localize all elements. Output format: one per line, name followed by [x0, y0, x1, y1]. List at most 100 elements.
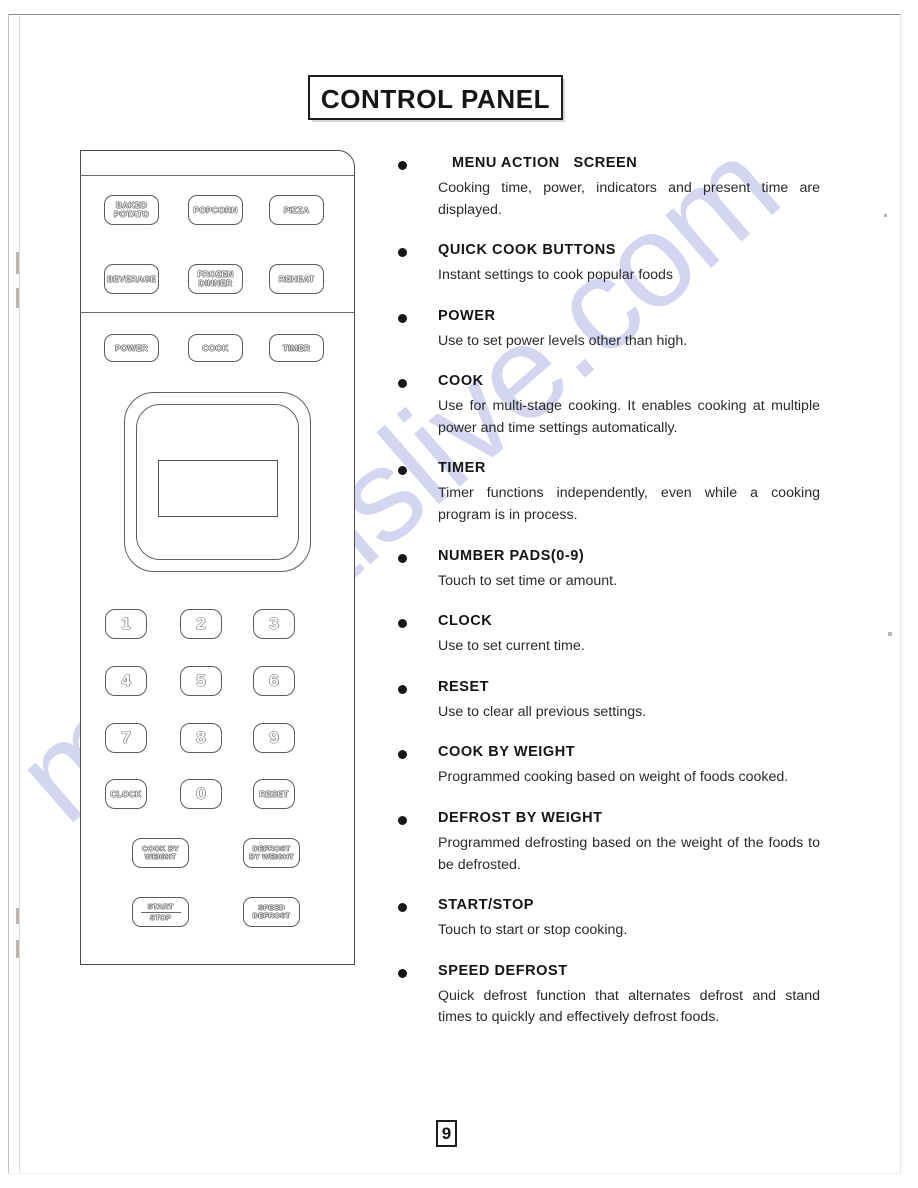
feature-list: MENU ACTION SCREEN Cooking time, power, … [396, 155, 820, 1050]
feature-body: Programmed defrosting based on the weigh… [438, 834, 820, 873]
bullet-icon [398, 313, 407, 323]
feature-heading: COOK [438, 373, 484, 390]
feature-menu-action-screen: MENU ACTION SCREEN Cooking time, power, … [396, 155, 820, 221]
feature-body: Cooking time, power, indicators and pres… [438, 180, 820, 218]
button-baked-potato[interactable]: BAKED POTATO [104, 195, 159, 225]
button-label: 6 [269, 671, 279, 691]
button-cook[interactable]: COOK [188, 334, 243, 362]
panel-divider-top [80, 175, 355, 176]
feature-reset: RESET Use to clear all previous settings… [396, 679, 820, 724]
feature-timer: TIMER Timer functions independently, eve… [396, 460, 820, 526]
bullet-icon [398, 466, 407, 476]
scan-speck [16, 940, 19, 958]
feature-defrost-by-weight: DEFROST BY WEIGHT Programmed defrosting … [396, 810, 820, 876]
button-label: 5 [196, 671, 206, 691]
button-beverage[interactable]: BEVERAGE [104, 264, 159, 294]
feature-body: Touch to set time or amount. [438, 572, 618, 589]
scan-speck [888, 632, 892, 636]
button-label: BY WEIGHT [249, 852, 294, 861]
button-label: 9 [269, 728, 279, 748]
panel-divider-middle [80, 312, 355, 313]
feature-body: Use for multi-stage cooking. It enables … [438, 398, 820, 436]
button-label: RESET [259, 788, 289, 799]
feature-body: Use to clear all previous settings. [438, 703, 647, 720]
button-number-0[interactable]: 0 [180, 779, 222, 809]
scan-speck [884, 214, 887, 217]
page-number: 9 [436, 1120, 457, 1147]
scan-speck [16, 908, 19, 924]
bullet-icon [398, 553, 407, 563]
feature-speed-defrost: SPEED DEFROST Quick defrost function tha… [396, 963, 820, 1029]
bullet-icon [398, 968, 407, 978]
button-reset[interactable]: RESET [253, 779, 295, 809]
feature-start-stop: START/STOP Touch to start or stop cookin… [396, 897, 820, 942]
button-number-3[interactable]: 3 [253, 609, 295, 639]
button-label: 0 [196, 784, 206, 804]
button-label: WEIGHT [144, 852, 177, 861]
button-label: REHEAT [278, 273, 315, 284]
menu-action-screen [158, 460, 278, 517]
button-cook-by-weight[interactable]: COOK BY WEIGHT [132, 838, 189, 868]
button-number-4[interactable]: 4 [105, 666, 147, 696]
control-panel-diagram: BAKED POTATO POPCORN PIZZA BEVERAGE FROZ… [80, 150, 355, 965]
button-reheat[interactable]: REHEAT [269, 264, 324, 294]
button-timer[interactable]: TIMER [269, 334, 324, 362]
button-speed-defrost[interactable]: SPEED DEFROST [243, 897, 300, 927]
button-label: COOK [202, 342, 229, 353]
button-pizza[interactable]: PIZZA [269, 195, 324, 225]
feature-clock: CLOCK Use to set current time. [396, 613, 820, 658]
feature-heading: SPEED DEFROST [438, 962, 568, 979]
button-label: 7 [121, 728, 131, 748]
button-number-2[interactable]: 2 [180, 609, 222, 639]
button-power[interactable]: POWER [104, 334, 159, 362]
button-label: 2 [196, 614, 206, 634]
feature-body: Use to set current time. [438, 638, 585, 655]
button-defrost-by-weight[interactable]: DEFROST BY WEIGHT [243, 838, 300, 868]
scan-speck [16, 252, 19, 274]
feature-cook: COOK Use for multi-stage cooking. It ena… [396, 373, 820, 439]
feature-heading: NUMBER PADS(0-9) [438, 547, 585, 564]
button-clock[interactable]: CLOCK [105, 779, 147, 809]
feature-body: Quick defrost function that alternates d… [438, 987, 820, 1026]
button-popcorn[interactable]: POPCORN [188, 195, 243, 225]
button-label: START [147, 901, 174, 911]
button-label: 1 [121, 614, 131, 634]
button-label: POWER [114, 342, 149, 353]
bullet-icon [398, 379, 407, 389]
button-label: 3 [269, 614, 279, 634]
feature-body: Use to set power levels other than high. [438, 332, 688, 349]
feature-quick-cook-buttons: QUICK COOK BUTTONS Instant settings to c… [396, 242, 820, 287]
bullet-icon [398, 684, 407, 694]
button-label: DEFROST [252, 911, 291, 920]
button-label: 8 [196, 728, 206, 748]
feature-heading: RESET [438, 678, 490, 695]
button-number-1[interactable]: 1 [105, 609, 147, 639]
feature-body: Instant settings to cook popular foods [438, 267, 674, 284]
button-frozen-dinner[interactable]: FROZEN DINNER [188, 264, 243, 294]
button-label: BEVERAGE [106, 273, 157, 284]
button-label: POPCORN [193, 204, 238, 215]
feature-body: Touch to start or stop cooking. [438, 922, 628, 939]
button-number-7[interactable]: 7 [105, 723, 147, 753]
button-start-stop[interactable]: START STOP [132, 897, 189, 927]
feature-heading: MENU ACTION SCREEN [452, 155, 638, 171]
scan-speck [16, 288, 19, 308]
bullet-icon [398, 619, 407, 629]
bullet-icon [398, 750, 407, 760]
feature-cook-by-weight: COOK BY WEIGHT Programmed cooking based … [396, 744, 820, 789]
button-label: POTATO [113, 209, 150, 219]
button-label: TIMER [282, 342, 311, 353]
button-label: 4 [121, 671, 131, 691]
button-number-8[interactable]: 8 [180, 723, 222, 753]
bullet-icon [398, 161, 407, 170]
button-label: DINNER [198, 278, 233, 288]
button-number-5[interactable]: 5 [180, 666, 222, 696]
feature-body: Timer functions independently, even whil… [438, 485, 820, 524]
page-title-box: CONTROL PANEL [308, 75, 563, 120]
page-title: CONTROL PANEL [320, 84, 551, 114]
button-label: CLOCK [110, 788, 142, 799]
button-number-6[interactable]: 6 [253, 666, 295, 696]
button-label: PIZZA [283, 204, 310, 215]
bullet-icon [398, 815, 407, 825]
button-number-9[interactable]: 9 [253, 723, 295, 753]
